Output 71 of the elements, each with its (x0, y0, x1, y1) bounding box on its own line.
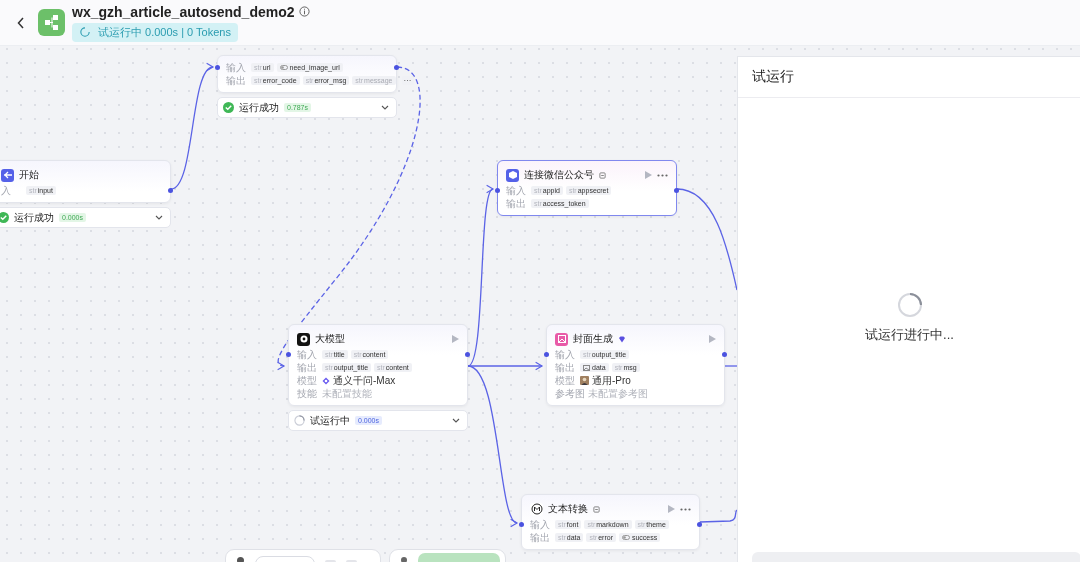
back-icon[interactable] (17, 16, 25, 29)
row-label: 参考图 (555, 386, 585, 401)
output-port[interactable] (168, 188, 173, 193)
pin-icon (593, 505, 600, 513)
input-port[interactable] (544, 352, 549, 357)
model-avatar-icon (580, 376, 589, 385)
node-icon (1, 168, 14, 182)
output-port[interactable] (697, 522, 702, 527)
edge-line (724, 365, 738, 367)
input-port[interactable] (215, 65, 220, 70)
workflow-title: wx_gzh_article_autosend_demo2 (72, 3, 295, 20)
panel-title: 试运行 (738, 57, 1080, 98)
image-icon (583, 364, 590, 371)
more-icon[interactable] (657, 173, 668, 177)
status-text: 运行成功 (239, 100, 279, 115)
output-port[interactable] (722, 352, 727, 357)
status-text: 运行成功 (14, 210, 54, 225)
output-port[interactable] (394, 65, 399, 70)
model-name: 通义千问-Max (333, 373, 396, 388)
row-label: 输入 (530, 517, 551, 532)
row-label: 模型 (297, 373, 318, 388)
row-label: 输入 (226, 60, 247, 75)
output-port[interactable] (674, 188, 679, 193)
node-icon (506, 168, 519, 182)
row-label: 输入 (297, 347, 318, 362)
spinner-icon (294, 415, 305, 426)
node-title: 封面生成 (573, 332, 613, 346)
chevron-down-icon[interactable] (452, 418, 460, 423)
success-icon (0, 212, 9, 223)
status-text: 试运行中 0.000s | 0 Tokens (98, 24, 231, 40)
row-value: 未配置参考图 (588, 386, 648, 401)
input-port[interactable] (286, 352, 291, 357)
row-label: 输入 (506, 183, 527, 198)
spinner-icon (80, 27, 90, 37)
output-port[interactable] (465, 352, 470, 357)
model-name: 通用-Pro (592, 373, 631, 388)
row-value: 未配置技能 (322, 386, 372, 401)
row-label: 模型 (555, 373, 576, 388)
row-label: 技能 (297, 386, 318, 401)
node-icon (555, 332, 568, 346)
row-label: 输出 (297, 360, 318, 375)
toggle-icon (279, 65, 288, 70)
status-text: 试运行中 (310, 413, 350, 428)
row-label: 输出 (226, 73, 247, 88)
success-icon (223, 102, 234, 113)
node-title: 连接微信公众号 (524, 168, 594, 182)
pin-icon (599, 171, 606, 179)
loading-text: 试运行进行中... (865, 326, 954, 344)
node-title: 文本转换 (548, 502, 588, 516)
toolbar-icon[interactable] (400, 556, 408, 562)
node-title: 开始 (19, 168, 39, 182)
toggle-icon (621, 535, 630, 540)
chevron-down-icon[interactable] (381, 105, 389, 110)
model-icon (322, 376, 330, 385)
node-title: 大模型 (315, 332, 345, 346)
input-port[interactable] (495, 188, 500, 193)
row-label: 输出 (555, 360, 576, 375)
spinner-icon (896, 292, 923, 318)
row-label: 输出 (530, 530, 551, 545)
edge-line (699, 509, 738, 523)
chevron-down-icon[interactable] (155, 215, 163, 220)
info-icon[interactable] (298, 6, 310, 17)
more-icon[interactable] (680, 507, 691, 511)
row-label: 入 (1, 183, 12, 198)
row-label: 输出 (506, 196, 527, 211)
node-icon (530, 502, 543, 516)
app-icon (38, 9, 65, 36)
input-port[interactable] (519, 522, 524, 527)
node-icon (297, 332, 310, 346)
diamond-icon (618, 335, 626, 343)
row-label: 输入 (555, 347, 576, 362)
